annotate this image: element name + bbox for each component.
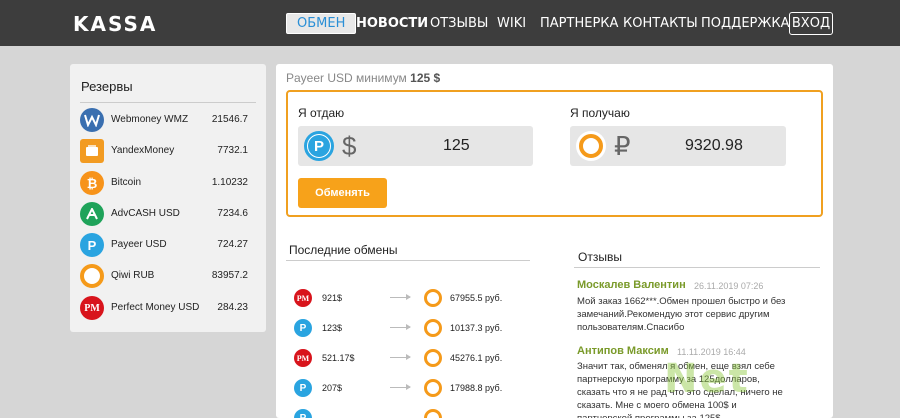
reserve-item-payeer[interactable]: P Payeer USD 724.27: [80, 232, 258, 258]
review-author: Антипов Максим: [577, 345, 669, 357]
qiwi-icon: [424, 349, 442, 367]
nav-wiki[interactable]: WIKI: [497, 16, 526, 31]
reserve-amount: 7234.6: [217, 208, 248, 219]
arrow-right-icon: [390, 354, 411, 360]
trade-to-amount: 45276.1 руб.: [450, 353, 503, 363]
payeer-icon: P: [80, 233, 104, 257]
get-amount-input[interactable]: 9320.98: [685, 137, 743, 155]
payeer-icon: P: [294, 409, 312, 418]
ruble-icon: ₽: [614, 131, 631, 161]
trade-from-amount: 921$: [322, 293, 343, 303]
list-item: P 207$ 17988.8 руб.: [294, 377, 534, 399]
reserves-panel: Резервы Webmoney WMZ 21546.7 YandexMoney…: [70, 64, 266, 332]
trade-to-amount: 10137.3 руб.: [450, 323, 503, 333]
reserve-amount: 21546.7: [211, 114, 248, 125]
minimum-note: Payeer USD минимум 125 $: [286, 71, 440, 85]
reserve-item-perfectmoney[interactable]: PM Perfect Money USD 284.23: [80, 295, 258, 321]
give-label: Я отдаю: [298, 106, 345, 120]
list-item: P 123$ 10137.3 руб.: [294, 317, 534, 339]
trade-from-amount: 123$: [322, 323, 343, 333]
payeer-icon[interactable]: P: [304, 131, 334, 161]
login-button[interactable]: ВХОД: [789, 12, 833, 35]
list-item: PM 921$ 67955.5 руб.: [294, 287, 534, 309]
minimum-value: 125 $: [410, 71, 441, 85]
qiwi-icon: [424, 289, 442, 307]
minimum-note-text: Payeer USD минимум: [286, 71, 407, 85]
trade-to-amount: 67955.5 руб.: [450, 293, 503, 303]
bitcoin-icon: ₿: [80, 171, 104, 195]
trade-from-amount: 207$: [322, 383, 343, 393]
reserve-amount: 724.27: [217, 239, 248, 250]
get-label: Я получаю: [570, 106, 630, 120]
list-item: P: [294, 407, 534, 418]
review-author: Москалев Валентин: [577, 279, 686, 291]
trade-to-amount: 17988.8 руб.: [450, 383, 503, 393]
reserve-item-qiwi[interactable]: Qiwi RUB 83957.2: [80, 263, 258, 289]
reserve-name: Perfect Money USD: [111, 302, 200, 313]
exchange-button[interactable]: Обменять: [298, 178, 387, 208]
qiwi-icon: [424, 319, 442, 337]
list-item: PM 521.17$ 45276.1 руб.: [294, 347, 534, 369]
site-logo[interactable]: KASSA: [73, 12, 157, 36]
reserve-item-webmoney[interactable]: Webmoney WMZ 21546.7: [80, 107, 258, 133]
reserve-amount: 7732.1: [217, 145, 248, 156]
reserves-title: Резервы: [81, 79, 133, 94]
nav-contacts[interactable]: КОНТАКТЫ: [623, 16, 698, 31]
divider: [286, 260, 530, 261]
reserve-amount: 83957.2: [211, 270, 248, 281]
arrow-right-icon: [390, 384, 411, 390]
qiwi-icon: [424, 409, 442, 418]
reserve-name: Payeer USD: [111, 239, 167, 250]
perfect-money-icon: PM: [80, 296, 104, 320]
reserve-name: AdvCASH USD: [111, 208, 180, 219]
nav-support[interactable]: ПОДДЕРЖКА: [701, 16, 790, 31]
webmoney-icon: [80, 108, 104, 132]
review-date: 26.11.2019 07:26: [694, 281, 764, 291]
give-field[interactable]: P $ 125: [298, 126, 533, 166]
yandex-money-icon: [80, 139, 104, 163]
trade-from-amount: 521.17$: [322, 353, 355, 363]
payeer-icon: P: [294, 379, 312, 397]
watermark: Net: [664, 356, 750, 402]
reviews-title: Отзывы: [578, 250, 622, 264]
review-text: Мой заказ 1662***.Обмен прошел быстро и …: [577, 296, 786, 333]
recent-exchanges-title: Последние обмены: [289, 243, 398, 257]
reserve-amount: 1.10232: [211, 177, 248, 188]
reserve-name: Webmoney WMZ: [111, 114, 189, 125]
qiwi-icon[interactable]: [576, 131, 606, 161]
divider: [80, 102, 256, 103]
reserve-amount: 284.23: [217, 302, 248, 313]
exchange-form: Я отдаю P $ 125 Я получаю ₽ 9320.98 Обме…: [286, 90, 823, 217]
reserve-name: Qiwi RUB: [111, 270, 155, 281]
divider: [574, 267, 820, 268]
reserve-item-yandexmoney[interactable]: YandexMoney 7732.1: [80, 138, 258, 164]
nav-news[interactable]: НОВОСТИ: [356, 16, 428, 31]
give-amount-input[interactable]: 125: [443, 137, 470, 155]
qiwi-icon: [80, 264, 104, 288]
qiwi-icon: [424, 379, 442, 397]
get-field[interactable]: ₽ 9320.98: [570, 126, 786, 166]
arrow-right-icon: [390, 294, 411, 300]
nav-exchange[interactable]: ОБМЕН: [286, 13, 357, 34]
perfect-money-icon: PM: [294, 289, 312, 307]
reserve-item-advcash[interactable]: AdvCASH USD 7234.6: [80, 201, 258, 227]
perfect-money-icon: PM: [294, 349, 312, 367]
top-navigation-bar: KASSA ОБМЕН НОВОСТИ ОТЗЫВЫ WIKI ПАРТНЕРК…: [0, 0, 900, 46]
reserve-name: Bitcoin: [111, 177, 142, 188]
arrow-right-icon: [390, 324, 411, 330]
advcash-icon: [80, 202, 104, 226]
reserve-name: YandexMoney: [111, 145, 175, 156]
nav-partners[interactable]: ПАРТНЕРКА: [540, 16, 618, 31]
dollar-icon: $: [342, 131, 357, 161]
reserve-item-bitcoin[interactable]: ₿ Bitcoin 1.10232: [80, 170, 258, 196]
payeer-icon: P: [294, 319, 312, 337]
nav-reviews[interactable]: ОТЗЫВЫ: [430, 16, 488, 31]
